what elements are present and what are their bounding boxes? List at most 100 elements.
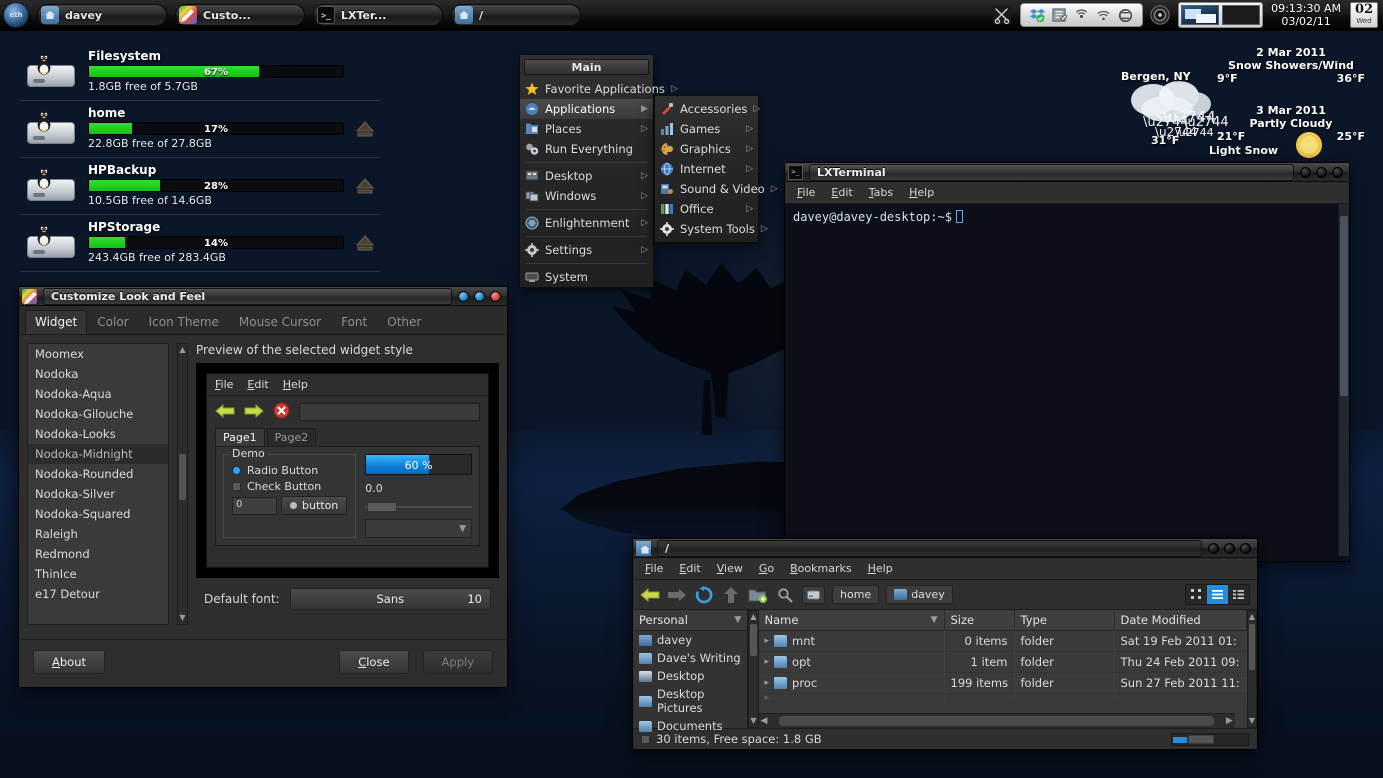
theme-item[interactable]: Nodoka-Aqua	[28, 384, 168, 404]
theme-item[interactable]: Nodoka-Gilouche	[28, 404, 168, 424]
menu-edit[interactable]: Edit	[823, 184, 860, 201]
theme-item[interactable]: Nodoka-Silver	[28, 484, 168, 504]
lxterminal-window[interactable]: >_ LXTerminal File Edit Tabs Help davey@…	[784, 162, 1350, 562]
weather-gadget[interactable]: \u2744 \u2744 \u2744 \u2744 \u2744 Berge…	[1109, 44, 1379, 164]
search-icon[interactable]	[775, 585, 795, 605]
expand-triangle-icon[interactable]: ▸	[765, 678, 770, 688]
clock[interactable]: 09:13:30 AM 03/02/11	[1271, 2, 1341, 28]
menu-item-applications[interactable]: Applications ▶	[520, 99, 653, 119]
calendar-widget[interactable]: 02 Wed	[1350, 2, 1378, 28]
column-header-type[interactable]: Type	[1015, 610, 1115, 630]
theme-item[interactable]: Moomex	[28, 344, 168, 364]
tab-other[interactable]: Other	[377, 310, 431, 334]
theme-list-scrollbar[interactable]: ▲ ▼	[177, 343, 188, 625]
minimize-button[interactable]	[458, 291, 469, 302]
shutter-icon[interactable]	[1118, 8, 1133, 23]
column-header-name[interactable]: Name ▼	[759, 610, 945, 630]
table-row[interactable]: ▸ proc 199 items folder Sun 27 Feb 2011 …	[759, 673, 1247, 694]
menu-item-windows[interactable]: Windows ▷	[520, 186, 653, 206]
back-arrow-icon[interactable]	[215, 403, 235, 422]
menu-item-enlightenment[interactable]: Enlightenment ▷	[520, 213, 653, 233]
menu-item-run-everything[interactable]: Run Everything	[520, 139, 653, 159]
scroll-down-arrow[interactable]: ▼	[178, 613, 187, 623]
forward-arrow-icon[interactable]	[244, 403, 264, 422]
menu-item-desktop[interactable]: Desktop ▷	[520, 166, 653, 186]
submenu-item-games[interactable]: Games ▷	[655, 119, 758, 139]
column-header-size[interactable]: Size	[945, 610, 1015, 630]
scroll-left-arrow[interactable]: ◀	[759, 716, 768, 726]
preview-menu-file[interactable]: File	[215, 378, 233, 391]
tab-mouse-cursor[interactable]: Mouse Cursor	[229, 310, 331, 334]
customize-titlebar[interactable]: Customize Look and Feel	[19, 287, 507, 306]
file-list-hscrollbar[interactable]: ◀ ▶	[759, 713, 1235, 728]
systray-scissors-icon[interactable]	[991, 4, 1013, 26]
applications-submenu[interactable]: Accessories ▷ Games ▷ Graphics ▷ Interne…	[654, 95, 759, 243]
submenu-item-sound-video[interactable]: Sound & Video ▷	[655, 179, 758, 199]
workspace-1[interactable]	[1181, 5, 1219, 25]
preview-combobox[interactable]: ▼	[365, 519, 472, 538]
hscrollbar-thumb[interactable]	[779, 716, 1213, 726]
new-folder-icon[interactable]	[748, 585, 768, 605]
tab-icon-theme[interactable]: Icon Theme	[139, 310, 229, 334]
start-menu-button[interactable]: eth	[3, 2, 29, 28]
preview-radio-row[interactable]: Radio Button	[232, 464, 347, 477]
maximize-button[interactable]	[1316, 167, 1327, 178]
submenu-item-office[interactable]: Office ▷	[655, 199, 758, 219]
reload-icon[interactable]	[694, 585, 714, 605]
sidebar-item-desktop[interactable]: Desktop	[633, 667, 747, 685]
dropbox-icon[interactable]	[1030, 8, 1045, 23]
status-checkbox[interactable]	[641, 735, 650, 744]
sidebar-header[interactable]: Personal ▼	[633, 610, 747, 631]
close-button[interactable]	[1332, 167, 1343, 178]
volume-icon[interactable]	[1149, 4, 1171, 26]
menu-item-settings[interactable]: Settings ▷	[520, 240, 653, 260]
tab-color[interactable]: Color	[87, 310, 138, 334]
stop-icon[interactable]	[273, 402, 290, 422]
preview-check-row[interactable]: Check Button	[232, 480, 347, 493]
list-view-button[interactable]	[1207, 585, 1228, 604]
close-button[interactable]	[490, 291, 501, 302]
radio-button[interactable]	[232, 466, 241, 475]
preview-spin-input[interactable]: 0	[232, 497, 277, 515]
compact-view-button[interactable]	[1228, 585, 1249, 604]
workspace-pager[interactable]	[1178, 2, 1263, 28]
signal-icon[interactable]	[1074, 8, 1089, 23]
menu-file[interactable]: File	[789, 184, 823, 201]
theme-item[interactable]: Nodoka-Rounded	[28, 464, 168, 484]
taskbar-button-lxterminal[interactable]: >_ LXTer...	[313, 4, 443, 26]
theme-item[interactable]: e17 Detour	[28, 584, 168, 604]
maximize-button[interactable]	[1224, 543, 1235, 554]
preview-tab-page2[interactable]: Page2	[267, 428, 317, 446]
file-manager-window[interactable]: / File Edit View Go Bookmarks Help	[632, 538, 1258, 750]
path-root-button[interactable]	[802, 586, 825, 604]
menu-item-places[interactable]: Places ▷	[520, 119, 653, 139]
sidebar-item-desktop-pictures[interactable]: Desktop Pictures	[633, 685, 747, 717]
chevron-down-icon[interactable]: ▼	[734, 615, 741, 625]
up-arrow-icon[interactable]	[721, 585, 741, 605]
close-button[interactable]: Close	[339, 650, 408, 674]
scrollbar-thumb[interactable]	[750, 624, 756, 656]
preview-tab-page1[interactable]: Page1	[215, 428, 265, 446]
menu-item-favorite-applications[interactable]: Favorite Applications ▷	[520, 79, 653, 99]
main-menu[interactable]: Main Favorite Applications ▷ Application…	[519, 54, 654, 288]
tab-font[interactable]: Font	[331, 310, 377, 334]
expand-triangle-icon[interactable]: ▸	[765, 636, 770, 646]
text-editor-icon[interactable]	[1052, 8, 1067, 23]
preview-menu-help[interactable]: Help	[283, 378, 308, 391]
column-header-date[interactable]: Date Modified	[1115, 610, 1247, 630]
theme-item[interactable]: Nodoka-Squared	[28, 504, 168, 524]
menu-edit[interactable]: Edit	[671, 560, 708, 577]
taskbar-button-davey[interactable]: davey	[37, 4, 167, 26]
menu-help[interactable]: Help	[860, 560, 901, 577]
theme-item[interactable]: Raleigh	[28, 524, 168, 544]
menu-go[interactable]: Go	[751, 560, 782, 577]
eject-button[interactable]	[354, 118, 376, 138]
expand-triangle-icon[interactable]: ▸	[765, 657, 770, 667]
sidebar-item-daves-writing[interactable]: Dave's Writing	[633, 649, 747, 667]
preview-button[interactable]: button	[281, 496, 347, 515]
theme-item[interactable]: Nodoka-Looks	[28, 424, 168, 444]
sidebar-scrollbar[interactable]: ▲ ▼	[748, 610, 758, 728]
theme-item-selected[interactable]: Nodoka-Midnight	[28, 444, 168, 464]
scroll-right-arrow[interactable]: ▶	[1226, 716, 1235, 726]
menu-bookmarks[interactable]: Bookmarks	[782, 560, 859, 577]
